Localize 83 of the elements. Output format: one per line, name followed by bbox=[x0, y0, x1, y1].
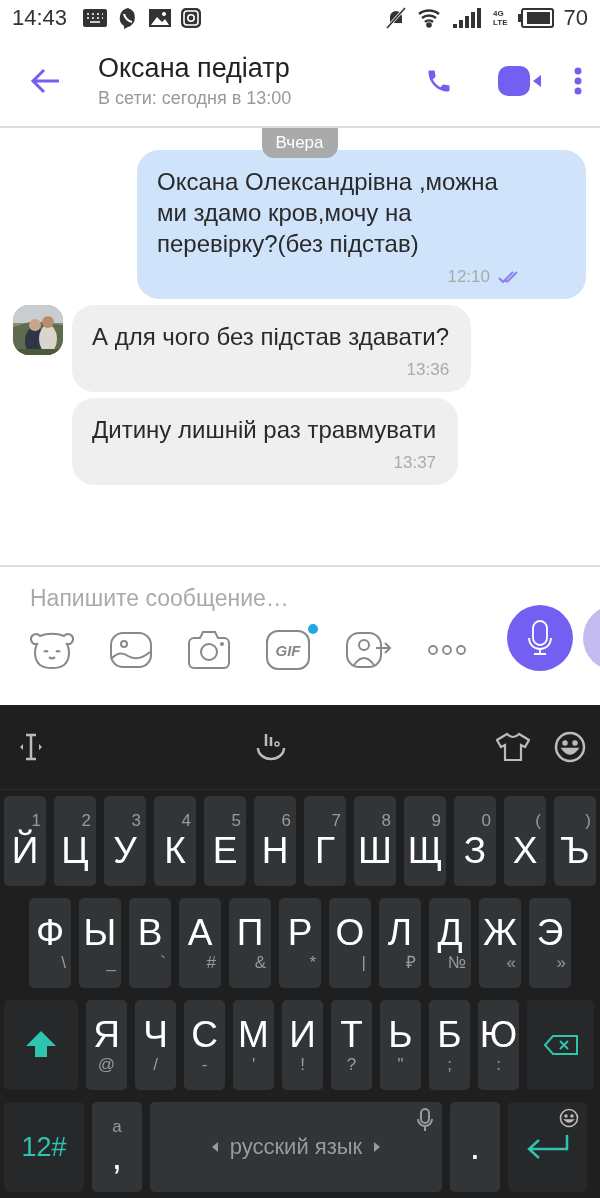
keyboard-key[interactable]: Д № bbox=[429, 898, 471, 988]
right-arrow-icon bbox=[374, 1142, 381, 1152]
gif-button[interactable]: GIF bbox=[266, 630, 310, 670]
share-contact-button[interactable] bbox=[346, 632, 392, 668]
keyboard-key[interactable]: А # bbox=[179, 898, 221, 988]
keyboard-key[interactable]: 0 З bbox=[454, 796, 496, 886]
camera-icon bbox=[188, 631, 230, 669]
keyboard-key[interactable]: 5 Е bbox=[204, 796, 246, 886]
message-time: 13:36 bbox=[406, 360, 450, 380]
bear-face-icon bbox=[30, 630, 74, 670]
keyboard-key[interactable]: 3 У bbox=[104, 796, 146, 886]
image-icon bbox=[110, 632, 152, 668]
smiley-icon bbox=[559, 1108, 579, 1128]
backspace-icon bbox=[543, 1035, 578, 1055]
keyboard-key[interactable]: Ж « bbox=[479, 898, 521, 988]
network-type: 4G bbox=[493, 9, 505, 18]
more-options-icon[interactable] bbox=[574, 67, 582, 95]
image-icon bbox=[149, 9, 172, 27]
more-button[interactable] bbox=[428, 645, 466, 655]
video-camera-icon[interactable] bbox=[498, 66, 542, 96]
keyboard-key[interactable]: ) Ъ bbox=[554, 796, 596, 886]
symbols-key[interactable]: 12# bbox=[4, 1102, 84, 1192]
smiley-icon[interactable] bbox=[554, 731, 586, 763]
message-time: 13:37 bbox=[393, 453, 437, 473]
shirt-icon[interactable] bbox=[496, 732, 530, 762]
shift-arrow-icon bbox=[26, 1031, 56, 1059]
contact-name: Оксана педіатр bbox=[98, 53, 291, 84]
message-text: А для чого без підстав здавати? bbox=[92, 322, 450, 352]
last-seen: В сети: сегодня в 13:00 bbox=[98, 88, 293, 109]
enter-key[interactable] bbox=[508, 1102, 587, 1192]
keyboard-key[interactable]: Ф \ bbox=[29, 898, 71, 988]
shift-key[interactable] bbox=[4, 1000, 78, 1090]
keyboard-key[interactable]: Р * bbox=[279, 898, 321, 988]
back-arrow-icon[interactable] bbox=[30, 68, 60, 94]
keyboard-key[interactable]: Т ? bbox=[331, 1000, 372, 1090]
keyboard-key[interactable]: 9 Щ bbox=[404, 796, 446, 886]
keyboard-key[interactable]: 6 Н bbox=[254, 796, 296, 886]
keyboard-key[interactable]: Ы _ bbox=[79, 898, 121, 988]
person-arrow-icon bbox=[346, 632, 392, 668]
network-subtype: LTE bbox=[493, 18, 508, 27]
keyboard-key[interactable]: 1 Й bbox=[4, 796, 46, 886]
keyboard-key[interactable]: О | bbox=[329, 898, 371, 988]
keyboard-key[interactable]: Л ₽ bbox=[379, 898, 421, 988]
message-input[interactable]: Напишите сообщение… bbox=[30, 585, 450, 612]
keyboard-key[interactable]: Я @ bbox=[86, 1000, 127, 1090]
more-dots-icon bbox=[428, 645, 466, 655]
hand-gesture-icon[interactable] bbox=[256, 732, 286, 762]
keyboard-key[interactable]: Б ; bbox=[429, 1000, 470, 1090]
keyboard-key[interactable]: ( Х bbox=[504, 796, 546, 886]
keyboard-icon bbox=[83, 9, 108, 27]
keyboard-key[interactable]: Э » bbox=[529, 898, 571, 988]
message-text: Дитину лишній раз травмувати bbox=[92, 415, 437, 445]
keyboard-key[interactable]: И ! bbox=[282, 1000, 323, 1090]
keyboard-key[interactable]: 4 К bbox=[154, 796, 196, 886]
sticker-button[interactable] bbox=[30, 630, 74, 670]
muted-bell-icon bbox=[385, 7, 407, 29]
keyboard-key[interactable]: М ' bbox=[233, 1000, 274, 1090]
camera-button[interactable] bbox=[188, 631, 230, 669]
battery-icon bbox=[517, 8, 554, 28]
keyboard-key[interactable]: 2 Ц bbox=[54, 796, 96, 886]
message-time: 12:10 bbox=[447, 267, 490, 287]
clock: 14:43 bbox=[12, 5, 68, 31]
message-text: Оксана Олександрівна ,можна ми здамо кров,мочу на перевірку?(без підстав) bbox=[157, 167, 499, 259]
left-arrow-icon bbox=[211, 1142, 218, 1152]
enter-arrow-icon bbox=[526, 1134, 569, 1160]
keyboard-key[interactable]: Ч / bbox=[135, 1000, 176, 1090]
backspace-key[interactable] bbox=[527, 1000, 594, 1090]
battery-percent: 70 bbox=[563, 5, 588, 31]
keyboard-key[interactable]: 7 Г bbox=[304, 796, 346, 886]
microphone-icon bbox=[416, 1108, 434, 1132]
gallery-button[interactable] bbox=[110, 632, 152, 668]
keyboard-key[interactable]: Ь " bbox=[380, 1000, 421, 1090]
keyboard-key[interactable]: 8 Ш bbox=[354, 796, 396, 886]
space-key[interactable]: русский язык bbox=[150, 1102, 442, 1192]
keyboard-key[interactable]: П & bbox=[229, 898, 271, 988]
keyboard-key[interactable]: В ` bbox=[129, 898, 171, 988]
keyboard-key[interactable]: Ю : bbox=[478, 1000, 519, 1090]
signal-icon bbox=[453, 8, 483, 28]
camera-icon bbox=[181, 8, 202, 28]
microphone-icon bbox=[528, 620, 552, 656]
keyboard-key[interactable]: . bbox=[450, 1102, 500, 1192]
keyboard-key[interactable]: С - bbox=[184, 1000, 225, 1090]
keyboard-key[interactable]: a , bbox=[92, 1102, 142, 1192]
